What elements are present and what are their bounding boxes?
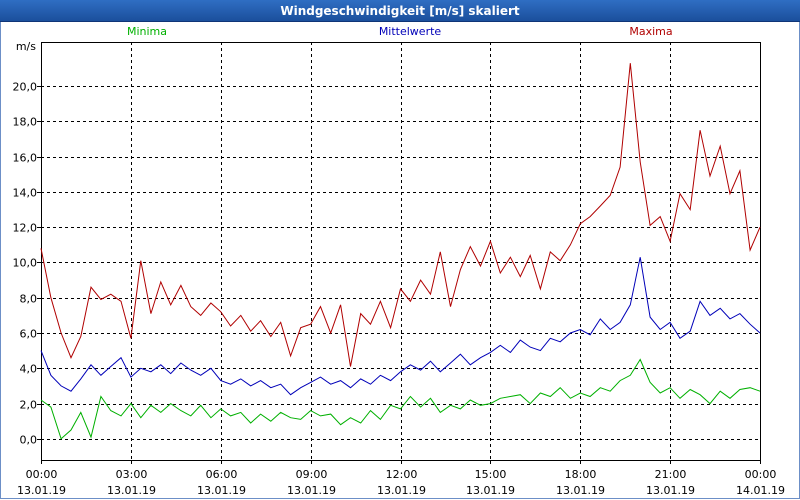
x-tick-time-label: 00:00 — [745, 468, 777, 481]
x-tick-date-label: 13.01.19 — [107, 484, 156, 497]
grid — [41, 42, 760, 460]
series-lines — [40, 63, 761, 440]
legend-maxima: Maxima — [629, 25, 672, 38]
x-tick-date-label: 13.01.19 — [646, 484, 695, 497]
wind-speed-chart: 0,0 2,0 4,0 6,0 8,0 10,0 12,0 14,0 16,0 18,0 20,0 0… — [13, 25, 785, 498]
y-tick-label: 2,0 — [20, 399, 38, 412]
y-axis-unit: m/s — [16, 40, 36, 53]
y-tick-label: 18,0 — [13, 116, 38, 129]
legend-mittelwerte: Mittelwerte — [379, 25, 442, 38]
x-tick-date-label: 13.01.19 — [466, 484, 515, 497]
x-tick-date-label: 13.01.19 — [17, 484, 66, 497]
y-tick-label: 10,0 — [13, 257, 38, 270]
y-tick-label: 0,0 — [20, 434, 38, 447]
axes — [37, 42, 761, 464]
x-tick-time-label: 09:00 — [296, 468, 328, 481]
x-tick-time-label: 21:00 — [655, 468, 687, 481]
x-tick-time-label: 12:00 — [386, 468, 418, 481]
x-tick-date-label: 14.01.19 — [736, 484, 785, 497]
y-tick-label: 20,0 — [13, 81, 38, 94]
y-tick-label: 12,0 — [13, 222, 38, 235]
y-tick-label: 6,0 — [20, 328, 38, 341]
y-tick-label: 16,0 — [13, 152, 38, 165]
tick-labels: 0,0 2,0 4,0 6,0 8,0 10,0 12,0 14,0 16,0 18,0 20,0 0… — [13, 81, 785, 498]
series-line-mittelwerte — [40, 257, 761, 396]
x-tick-time-label: 18:00 — [565, 468, 597, 481]
legend-minima: Minima — [127, 25, 167, 38]
x-tick-time-label: 15:00 — [475, 468, 507, 481]
legend: Minima Mittelwerte Maxima — [127, 25, 673, 38]
y-tick-label: 8,0 — [20, 293, 38, 306]
x-tick-time-label: 03:00 — [116, 468, 148, 481]
y-tick-label: 14,0 — [13, 187, 38, 200]
series-line-maxima — [40, 63, 761, 367]
x-tick-date-label: 13.01.19 — [287, 484, 336, 497]
x-tick-date-label: 13.01.19 — [377, 484, 426, 497]
x-tick-time-label: 06:00 — [206, 468, 238, 481]
y-tick-label: 4,0 — [20, 363, 38, 376]
x-tick-date-label: 13.01.19 — [197, 484, 246, 497]
x-tick-time-label: 00:00 — [26, 468, 58, 481]
x-tick-date-label: 13.01.19 — [556, 484, 605, 497]
